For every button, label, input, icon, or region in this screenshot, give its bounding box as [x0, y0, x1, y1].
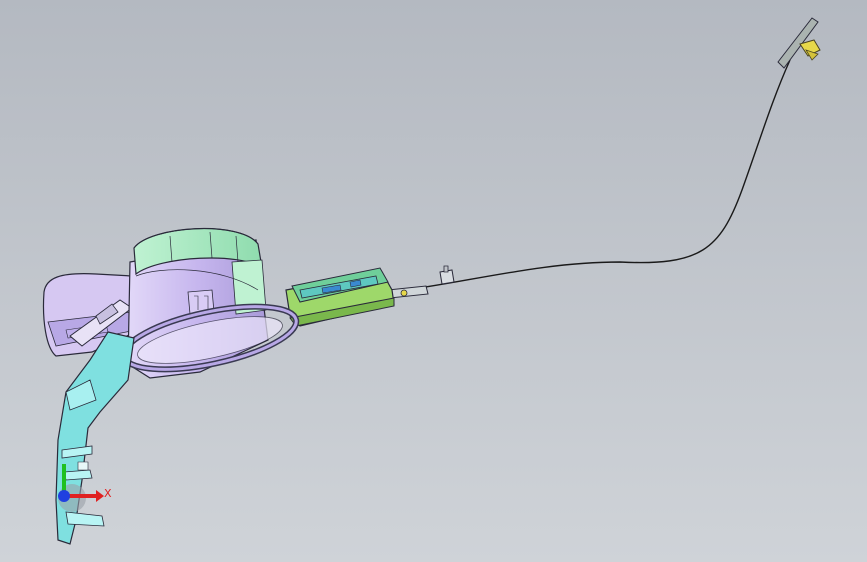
triad-x-label: X	[104, 487, 112, 500]
model-canvas[interactable]: X	[0, 0, 867, 562]
cad-viewport[interactable]: X	[0, 0, 867, 562]
triad-z-axis	[58, 490, 70, 502]
